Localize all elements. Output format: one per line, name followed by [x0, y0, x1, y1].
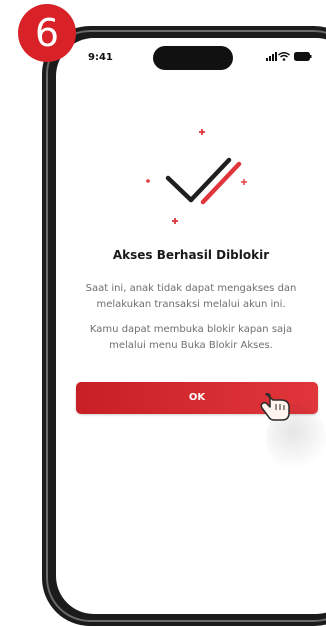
status-icons [266, 50, 320, 64]
checkmark-icon [146, 129, 247, 224]
dynamic-island [153, 46, 233, 70]
phone-frame: 9:41 Akses Berhasil Diblokir Saat ini, a… [42, 26, 326, 626]
status-bar: 9:41 [56, 38, 326, 74]
hand-pointer-icon [260, 393, 290, 421]
signal-icon [266, 52, 277, 61]
tutorial-canvas: 6 9:41 Akses Berhasil Diblokir Saat ini,… [0, 0, 326, 627]
phone-screen: 9:41 Akses Berhasil Diblokir Saat ini, a… [56, 38, 326, 614]
wifi-icon [278, 52, 290, 61]
dialog-title: Akses Berhasil Diblokir [112, 248, 270, 262]
status-time: 9:41 [88, 52, 113, 63]
dialog-message-2: Kamu dapat membuka blokir kapan saja mel… [89, 324, 293, 351]
dialog-message-1: Saat ini, anak tidak dapat mengakses dan… [85, 283, 297, 310]
battery-icon [294, 52, 312, 61]
step-number-badge: 6 [18, 4, 76, 62]
